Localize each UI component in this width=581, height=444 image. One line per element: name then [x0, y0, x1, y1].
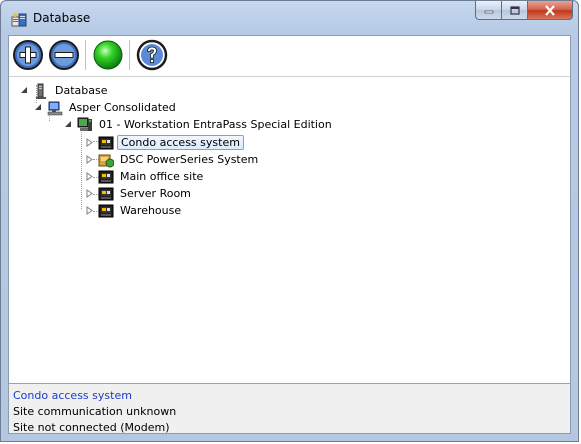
question-circle-icon [136, 39, 168, 71]
close-icon [545, 4, 555, 16]
tree-node-label: DSC PowerSeries System [120, 153, 259, 166]
site-icon [98, 187, 114, 200]
tree-node-label: Asper Consolidated [69, 101, 176, 114]
expand-arrow-icon[interactable] [85, 138, 94, 147]
server-tower-icon [36, 83, 46, 99]
caption-buttons [475, 1, 573, 21]
expand-arrow-icon[interactable] [85, 189, 94, 198]
tree-node-label: Main office site [120, 170, 204, 183]
database-app-icon [11, 13, 27, 27]
toolbar-separator [129, 40, 130, 70]
add-button[interactable] [12, 39, 44, 71]
collapse-arrow-icon[interactable] [20, 86, 29, 95]
status-button[interactable] [92, 39, 124, 71]
toolbar [9, 36, 570, 74]
site-icon [98, 136, 114, 149]
maximize-icon [509, 5, 520, 15]
tree-node-site-server-room[interactable]: Server Room [85, 185, 194, 202]
expand-arrow-icon[interactable] [85, 155, 94, 164]
minus-circle-icon [49, 40, 79, 70]
expand-arrow-icon[interactable] [85, 206, 94, 215]
tree-connector [81, 121, 82, 209]
title-bar[interactable]: Database [1, 1, 578, 35]
database-tree: Database Asper Consolidated 01 - Worksta… [9, 76, 570, 384]
status-connection: Site not connected (Modem) [13, 421, 170, 434]
toolbar-separator [85, 40, 86, 70]
tree-node-site-main-office[interactable]: Main office site [85, 168, 206, 185]
dsc-site-icon [98, 154, 114, 167]
site-icon [98, 170, 114, 183]
status-communication: Site communication unknown [13, 405, 177, 418]
tree-node-label: Warehouse [120, 204, 182, 217]
expand-arrow-icon[interactable] [85, 172, 94, 181]
database-window: Database Database Asper Consolidated 01 … [0, 0, 579, 442]
tree-node-label: Database [55, 84, 108, 97]
tree-node-site-condo[interactable]: Condo access system [85, 134, 244, 151]
plus-circle-icon [13, 40, 43, 70]
tree-node-label: Condo access system [117, 135, 244, 150]
tree-node-site-dsc[interactable]: DSC PowerSeries System [85, 151, 261, 168]
workstation-icon [77, 117, 92, 131]
site-icon [98, 204, 114, 217]
tree-node-label: Server Room [120, 187, 191, 200]
window-title: Database [33, 11, 91, 25]
status-panel: Condo access system Site communication u… [9, 384, 570, 434]
green-light-icon [93, 40, 123, 70]
help-button[interactable] [136, 39, 168, 71]
client-area: Database Asper Consolidated 01 - Worksta… [8, 35, 571, 434]
status-title: Condo access system [13, 389, 132, 402]
tree-node-label: 01 - Workstation EntraPass Special Editi… [99, 118, 332, 131]
tree-node-workstation[interactable]: 01 - Workstation EntraPass Special Editi… [64, 116, 335, 133]
tree-node-site-warehouse[interactable]: Warehouse [85, 202, 184, 219]
maximize-button[interactable] [502, 1, 528, 20]
close-button[interactable] [528, 1, 573, 20]
tree-node-asper-consolidated[interactable]: Asper Consolidated [34, 99, 179, 116]
collapse-arrow-icon[interactable] [64, 120, 73, 129]
tree-node-database[interactable]: Database [20, 82, 111, 99]
collapse-arrow-icon[interactable] [34, 103, 43, 112]
computer-icon [47, 101, 63, 115]
minimize-icon [484, 10, 493, 14]
remove-button[interactable] [48, 39, 80, 71]
minimize-button[interactable] [475, 1, 502, 20]
